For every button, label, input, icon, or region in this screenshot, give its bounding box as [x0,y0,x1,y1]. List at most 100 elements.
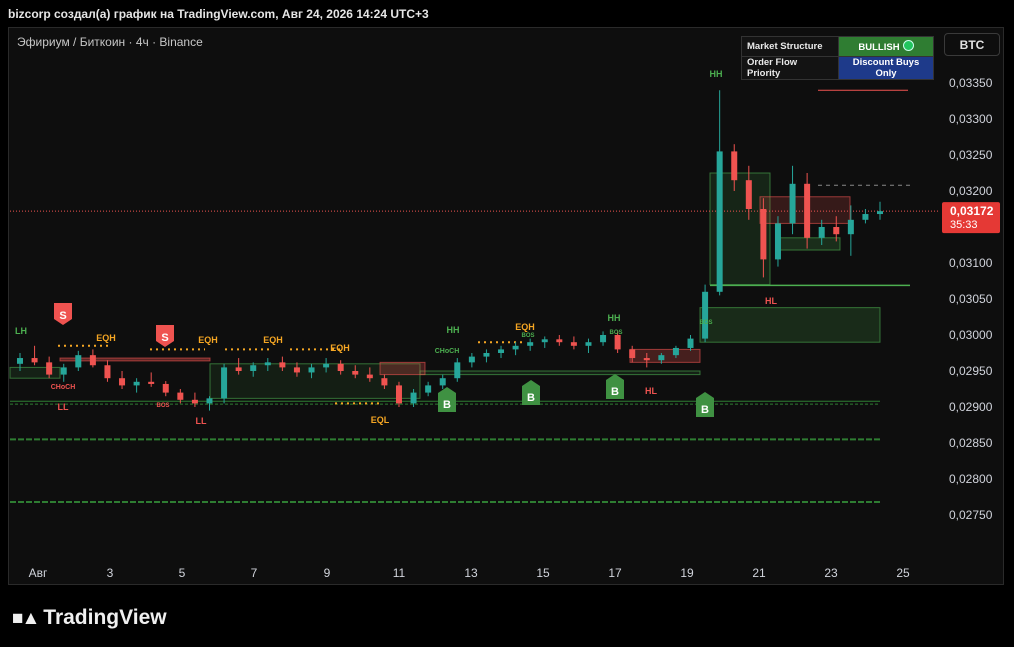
candle [483,349,490,363]
buy-signal-marker: B [438,387,456,412]
candle [570,336,577,350]
time-tick-label: Авг [29,566,48,580]
candle-body [629,349,636,359]
candle-body [221,367,228,399]
candle-body [570,342,577,346]
brand-name: TradingView [43,606,167,629]
candle-body [818,227,825,238]
sell-signal-marker: S [54,303,72,325]
sell-marker-label: S [161,332,168,344]
candle [702,284,709,343]
candle [454,358,461,382]
candlestick-chart[interactable]: 0,033500,033000,032500,032000,031500,031… [0,0,1014,647]
structure-label: EQH [515,322,535,332]
candle-body [60,367,67,375]
order-block-zone [379,361,426,376]
candle-body [672,347,679,356]
structure-label: HH [608,313,621,323]
candle-body [498,349,505,353]
candle [162,381,169,397]
time-tick-label: 13 [464,566,478,580]
candle-body [410,392,417,404]
structure-label: HH [447,325,460,335]
candle [527,338,534,351]
order-block-zone [629,348,701,363]
order-block-zone [9,366,61,379]
time-tick-label: 9 [324,566,331,580]
candle-body [17,358,23,364]
candle [687,335,694,351]
structure-label: EQL [371,415,390,425]
compare-symbol-button[interactable]: BTC [944,33,1000,56]
structure-label: BOS [699,320,712,326]
candle-body [468,356,475,363]
order-block-zone [779,237,841,251]
candle [585,338,592,353]
market-structure-badge: BULLISH [838,36,934,57]
candle [600,331,607,346]
candle-body [264,362,271,366]
price-tick-label: 0,03350 [949,76,993,90]
candle [148,372,155,387]
candle [541,336,548,348]
symbol-title[interactable]: Эфириум / Биткоин · 4ч · Binance [17,35,203,49]
structure-label: LL [196,416,207,426]
candle-body [162,383,169,393]
candle-body [789,183,796,224]
candle-body [279,362,286,368]
structure-label: CHoCH [51,384,76,391]
candle [556,335,563,346]
buy-signal-marker: B [696,392,714,417]
time-tick-label: 23 [824,566,838,580]
sell-marker-label: S [59,310,66,322]
candle-body [31,358,38,363]
candle-body [119,378,126,386]
price-tick-label: 0,03250 [949,148,993,162]
candle-body [527,342,534,346]
candle-body [804,183,811,238]
bar-countdown: 35:33 [950,219,978,231]
structure-label: BOS [609,330,622,336]
structure-label: BOS [156,403,169,409]
time-tick-label: 11 [393,566,406,580]
candle-body [250,365,257,371]
candle-body [716,151,723,292]
time-tick-label: 19 [680,566,694,580]
candle-body [833,227,840,235]
candle-body [541,339,548,343]
buy-signal-marker: B [522,380,540,405]
buy-marker-label: B [701,404,709,416]
status-dot-icon [902,40,914,51]
candle-body [731,151,738,181]
candle-body [46,362,53,375]
candle-body [687,338,694,348]
candle-body [702,291,709,339]
candle [89,349,96,368]
candle-body [439,378,446,386]
sell-signal-marker: S [156,325,174,347]
order-flow-value: Discount Buys Only [838,56,934,80]
candle-body [745,180,752,209]
price-tick-label: 0,02850 [949,436,993,450]
candle-body [454,362,461,379]
price-tick-label: 0,03050 [949,292,993,306]
candle-body [774,223,781,260]
candle [498,345,505,359]
candle-body [293,367,300,373]
candle-body [877,211,883,215]
price-tick-label: 0,02800 [949,472,993,486]
candle-body [206,398,213,404]
market-structure-label: Market Structure [741,36,839,57]
tradingview-logo[interactable]: ■▲ TradingView [12,606,167,630]
indicator-status-table: Market Structure BULLISH Order Flow Prio… [741,36,934,80]
candle-body [337,363,344,371]
structure-label: BOS [521,333,534,339]
candle-body [381,378,388,386]
candle [191,392,198,407]
candle-body [191,399,198,404]
structure-label: EQH [263,335,283,345]
candle-body [585,342,592,346]
time-tick-label: 3 [107,566,114,580]
candle-body [847,219,854,235]
structure-label: CHoCH [435,348,460,355]
